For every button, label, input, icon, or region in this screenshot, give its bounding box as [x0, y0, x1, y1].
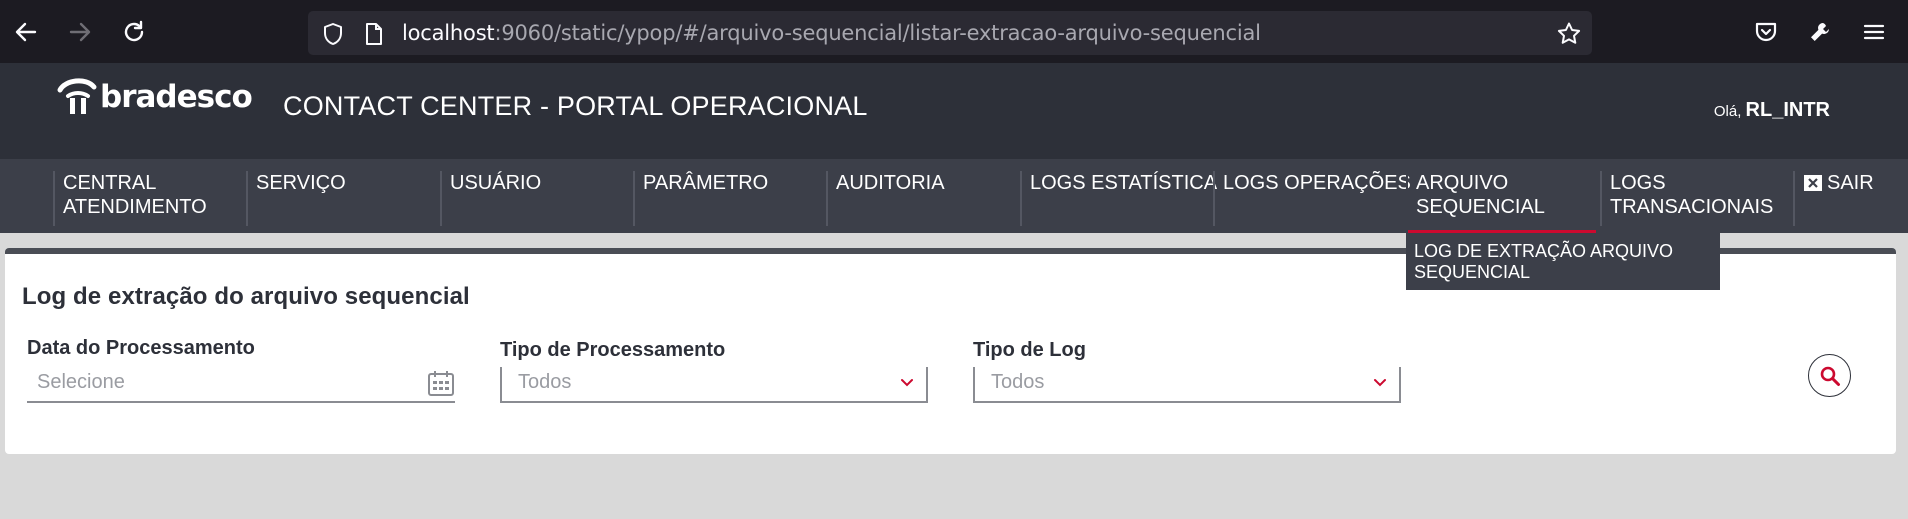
nav-item-arquivo-sequencial[interactable]: ARQUIVO SEQUENCIAL: [1406, 171, 1596, 233]
search-button[interactable]: [1808, 354, 1851, 397]
nav-label-line1: USUÁRIO: [450, 172, 542, 194]
log-type-label: Tipo de Log: [973, 339, 1086, 361]
user-name: RL_INTR: [1745, 99, 1830, 121]
nav-label-line1: PARÂMETRO: [643, 172, 769, 194]
nav-item-usuario[interactable]: USUÁRIO: [440, 171, 541, 226]
logout-label: SAIR: [1827, 172, 1874, 194]
submenu-label-line2: SEQUENCIAL: [1414, 262, 1531, 282]
user-greeting: Olá, RL_INTR: [1714, 99, 1830, 122]
forward-button[interactable]: [64, 16, 96, 48]
log-type-select[interactable]: Todos: [973, 367, 1401, 403]
processing-type-value: Todos: [518, 371, 572, 393]
nav-item-logs-transacionais[interactable]: LOGS TRANSACIONAIS: [1600, 171, 1773, 226]
address-bar[interactable]: localhost:9060/static/ypop/#/arquivo-seq…: [308, 11, 1592, 55]
nav-label-line1: SERVIÇO: [256, 172, 346, 194]
search-icon: [1820, 366, 1840, 386]
pocket-button[interactable]: [1750, 16, 1782, 48]
back-button[interactable]: [10, 16, 42, 48]
extensions-button[interactable]: [1804, 16, 1836, 48]
bradesco-tree-icon: [57, 78, 97, 114]
log-type-value: Todos: [991, 371, 1045, 393]
nav-item-logs-estatistica[interactable]: LOGS ESTATÍSTICA: [1020, 171, 1217, 226]
greeting-prefix: Olá,: [1713, 103, 1742, 120]
nav-label-line2: ATENDIMENTO: [63, 196, 207, 218]
browser-toolbar: localhost:9060/static/ypop/#/arquivo-seq…: [0, 0, 1908, 63]
nav-label-line2: TRANSACIONAIS: [1610, 196, 1774, 218]
calendar-icon[interactable]: [427, 369, 455, 397]
pocket-icon: [1755, 22, 1777, 42]
url-path: :9060/static/ypop/#/arquivo-sequencial/l…: [494, 21, 1261, 45]
processing-type-label: Tipo de Processamento: [500, 339, 726, 361]
nav-item-servico[interactable]: SERVIÇO: [246, 171, 346, 226]
nav-item-central-atendimento[interactable]: CENTRAL ATENDIMENTO: [53, 171, 207, 226]
url-host: localhost: [402, 21, 495, 45]
hamburger-menu-icon: [1863, 24, 1885, 40]
bookmark-star-icon[interactable]: [1556, 21, 1582, 47]
page-icon: [366, 23, 382, 45]
bradesco-logo[interactable]: bradesco: [54, 76, 253, 118]
page-title: Log de extração do arquivo sequencial: [22, 283, 470, 310]
nav-item-auditoria[interactable]: AUDITORIA: [826, 171, 945, 226]
menu-button[interactable]: [1858, 16, 1890, 48]
nav-label-line1: AUDITORIA: [836, 172, 945, 194]
wrench-icon: [1811, 23, 1829, 41]
nav-item-parametro[interactable]: PARÂMETRO: [633, 171, 768, 226]
url-text[interactable]: localhost:9060/static/ypop/#/arquivo-seq…: [402, 11, 1261, 55]
processing-type-select[interactable]: Todos: [500, 367, 928, 403]
date-field[interactable]: Selecione: [27, 367, 455, 403]
nav-label-line1: LOGS ESTATÍSTICA: [1030, 172, 1218, 194]
arrow-left-icon: [15, 22, 37, 42]
chevron-down-icon: [1374, 379, 1386, 387]
date-placeholder: Selecione: [37, 371, 125, 393]
shield-icon[interactable]: [322, 22, 344, 46]
date-label: Data do Processamento: [27, 337, 255, 359]
reload-button[interactable]: [118, 16, 150, 48]
nav-label-line1: LOGS OPERAÇÕES: [1223, 172, 1411, 194]
nav-label-line1: CENTRAL: [63, 172, 157, 194]
submenu-label-line1: LOG DE EXTRAÇÃO ARQUIVO: [1414, 241, 1674, 261]
logout-x-icon: [1804, 175, 1822, 191]
logout-button[interactable]: SAIR: [1793, 171, 1874, 226]
submenu-log-extracao[interactable]: LOG DE EXTRAÇÃO ARQUIVO SEQUENCIAL: [1406, 233, 1720, 290]
page-header-title: CONTACT CENTER - PORTAL OPERACIONAL: [283, 91, 868, 121]
nav-label-line2: SEQUENCIAL: [1416, 196, 1545, 218]
nav-item-logs-operacoes[interactable]: LOGS OPERAÇÕES: [1213, 171, 1411, 226]
nav-label-line1: LOGS: [1610, 172, 1666, 194]
reload-icon: [124, 20, 144, 42]
nav-label-line1: ARQUIVO: [1416, 172, 1509, 194]
arrow-right-icon: [69, 22, 91, 42]
chevron-down-icon: [901, 379, 913, 387]
brand-name: bradesco: [100, 79, 253, 115]
